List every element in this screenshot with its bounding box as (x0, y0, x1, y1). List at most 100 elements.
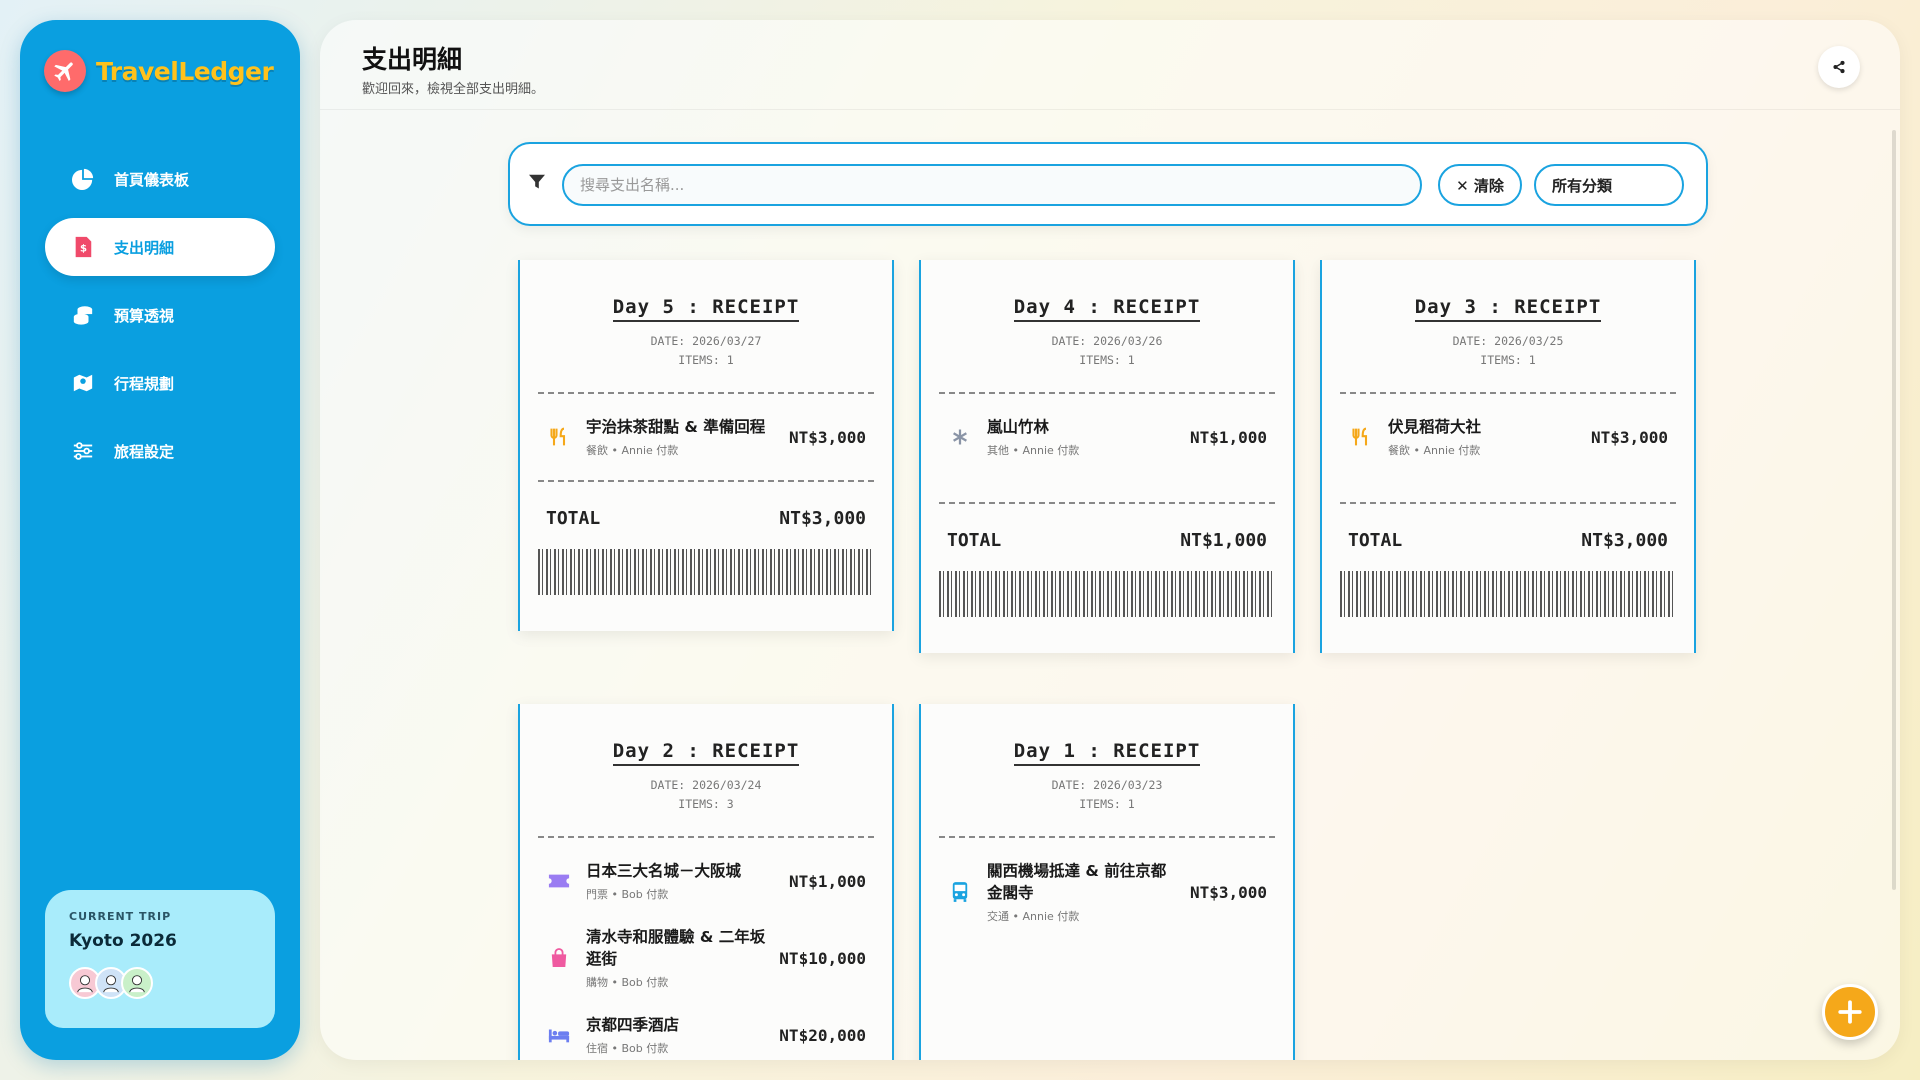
add-expense-button[interactable] (1822, 984, 1878, 1040)
receipt-date: DATE: 2026/03/26 (1051, 334, 1163, 348)
total-label: TOTAL (1348, 530, 1403, 551)
expense-amount: NT$1,000 (788, 871, 866, 891)
member-avatars (69, 967, 251, 999)
sidebar-item-dashboard[interactable]: 首頁儀表板 (45, 150, 275, 208)
plus-icon (1838, 1000, 1862, 1024)
barcode (538, 549, 874, 595)
bus-icon (947, 881, 973, 903)
expense-item[interactable]: 伏見稻荷大社 餐飲 • Annie 付款 NT$3,000 (1348, 404, 1668, 470)
receipt-meta: DATE: 2026/03/27 ITEMS: 1 (538, 332, 874, 370)
shopping-bag-icon (546, 948, 572, 968)
search-input[interactable] (562, 164, 1422, 206)
expense-name: 伏見稻荷大社 (1388, 418, 1482, 436)
expense-amount: NT$20,000 (779, 1025, 866, 1045)
expense-item[interactable]: 關西機場抵達 & 前往京都金閣寺 交通 • Annie 付款 NT$3,000 (947, 848, 1267, 936)
receipt-title: Day 3 : RECEIPT (1414, 296, 1602, 322)
receipt-card[interactable]: Day 1 : RECEIPT DATE: 2026/03/23 ITEMS: … (919, 704, 1295, 1060)
pie-chart-icon (70, 166, 96, 192)
total-amount: NT$1,000 (1180, 530, 1267, 551)
share-button[interactable] (1818, 46, 1860, 88)
sidebar-item-label: 支出明細 (114, 238, 175, 257)
share-icon (1833, 60, 1845, 74)
sidebar-item-label: 旅程設定 (114, 442, 175, 461)
sidebar-item-label: 首頁儀表板 (114, 170, 190, 189)
receipt-items: 關西機場抵達 & 前往京都金閣寺 交通 • Annie 付款 NT$3,000 (939, 838, 1275, 946)
expense-name: 宇治抹茶甜點 & 準備回程 (586, 418, 766, 436)
receipt-items: 伏見稻荷大社 餐飲 • Annie 付款 NT$3,000 (1340, 394, 1676, 502)
ticket-icon (546, 873, 572, 889)
receipt-items-count: ITEMS: 1 (678, 353, 734, 367)
airplane-icon (44, 50, 86, 92)
barcode (1340, 571, 1676, 617)
receipt-card[interactable]: Day 2 : RECEIPT DATE: 2026/03/24 ITEMS: … (518, 704, 894, 1060)
receipt-card[interactable]: Day 4 : RECEIPT DATE: 2026/03/26 ITEMS: … (919, 260, 1295, 653)
expense-item[interactable]: 清水寺和服體驗 & 二年坂逛街 購物 • Bob 付款 NT$10,000 (546, 914, 866, 1002)
expense-name: 京都四季酒店 (586, 1016, 680, 1034)
expense-amount: NT$3,000 (788, 427, 866, 447)
expense-meta: 交通 • Annie 付款 (987, 910, 1080, 923)
receipt-meta: DATE: 2026/03/23 ITEMS: 1 (939, 776, 1275, 814)
sidebar-nav: 首頁儀表板 $ 支出明細 預算透視 行程規劃 旅程設定 (45, 150, 275, 490)
current-trip-card[interactable]: CURRENT TRIP Kyoto 2026 (45, 890, 275, 1028)
page-title: 支出明細 (362, 45, 463, 74)
expense-amount: NT$3,000 (1590, 427, 1668, 447)
expense-amount: NT$10,000 (779, 948, 866, 968)
receipt-title: Day 1 : RECEIPT (1013, 740, 1201, 766)
sidebar-item-label: 行程規劃 (114, 374, 175, 393)
expense-amount: NT$3,000 (1189, 882, 1267, 902)
app-logo[interactable]: TravelLedger (44, 50, 274, 92)
main-panel: 支出明細 歡迎回來，檢視全部支出明細。 ✕ 清除 所有分類 Day 5 : RE… (320, 20, 1900, 1060)
expense-item[interactable]: 宇治抹茶甜點 & 準備回程 餐飲 • Annie 付款 NT$3,000 (546, 404, 866, 470)
utensils-icon (1348, 426, 1374, 448)
receipt-card[interactable]: Day 5 : RECEIPT DATE: 2026/03/27 ITEMS: … (518, 260, 894, 631)
receipt-items: 宇治抹茶甜點 & 準備回程 餐飲 • Annie 付款 NT$3,000 (538, 394, 874, 480)
sidebar: TravelLedger 首頁儀表板 $ 支出明細 預算透視 行程規劃 旅程設定… (20, 20, 300, 1060)
sidebar-item-budget[interactable]: 預算透視 (45, 286, 275, 344)
sidebar-item-settings[interactable]: 旅程設定 (45, 422, 275, 480)
filter-bar: ✕ 清除 所有分類 (508, 142, 1708, 226)
receipt-icon: $ (70, 234, 96, 260)
expense-meta: 餐飲 • Annie 付款 (1388, 444, 1481, 457)
scrollbar[interactable] (1892, 130, 1896, 890)
app-name: TravelLedger (96, 56, 274, 86)
coins-icon (70, 302, 96, 328)
total-amount: NT$3,000 (1581, 530, 1668, 551)
clear-button[interactable]: ✕ 清除 (1438, 164, 1522, 206)
receipt-items-count: ITEMS: 3 (678, 797, 734, 811)
expense-name: 清水寺和服體驗 & 二年坂逛街 (586, 928, 766, 968)
receipt-date: DATE: 2026/03/23 (1051, 778, 1163, 792)
page-subtitle: 歡迎回來，檢視全部支出明細。 (362, 82, 545, 97)
receipt-total-row: TOTAL NT$1,000 (939, 504, 1275, 571)
filter-icon (528, 174, 546, 194)
page-header: 支出明細 歡迎回來，檢視全部支出明細。 (320, 20, 1900, 110)
receipt-title: Day 4 : RECEIPT (1013, 296, 1201, 322)
category-select[interactable]: 所有分類 (1534, 164, 1684, 206)
total-amount: NT$3,000 (779, 508, 866, 529)
receipt-items-count: ITEMS: 1 (1079, 353, 1135, 367)
receipt-total-row: TOTAL NT$3,000 (538, 482, 874, 549)
expense-item[interactable]: 嵐山竹林 其他 • Annie 付款 NT$1,000 (947, 404, 1267, 470)
trip-name: Kyoto 2026 (69, 931, 177, 951)
sidebar-item-label: 預算透視 (114, 306, 175, 325)
receipt-meta: DATE: 2026/03/24 ITEMS: 3 (538, 776, 874, 814)
expense-meta: 住宿 • Bob 付款 (586, 1042, 669, 1055)
sidebar-item-expenses[interactable]: $ 支出明細 (45, 218, 275, 276)
receipt-date: DATE: 2026/03/27 (650, 334, 762, 348)
expense-meta: 其他 • Annie 付款 (987, 444, 1080, 457)
trip-kicker: CURRENT TRIP (69, 910, 172, 923)
sliders-icon (70, 438, 96, 464)
sidebar-item-itinerary[interactable]: 行程規劃 (45, 354, 275, 412)
svg-text:$: $ (80, 244, 87, 255)
map-icon (70, 370, 96, 396)
expense-item[interactable]: 京都四季酒店 住宿 • Bob 付款 NT$20,000 (546, 1002, 866, 1060)
expense-item[interactable]: 日本三大名城－大阪城 門票 • Bob 付款 NT$1,000 (546, 848, 866, 914)
receipt-card[interactable]: Day 3 : RECEIPT DATE: 2026/03/25 ITEMS: … (1320, 260, 1696, 653)
utensils-icon (546, 426, 572, 448)
avatar[interactable] (121, 967, 153, 999)
asterisk-icon (947, 428, 973, 446)
expense-meta: 餐飲 • Annie 付款 (586, 444, 679, 457)
barcode (939, 571, 1275, 617)
receipt-date: DATE: 2026/03/25 (1452, 334, 1564, 348)
expense-meta: 購物 • Bob 付款 (586, 976, 669, 989)
expense-name: 嵐山竹林 (987, 418, 1050, 436)
